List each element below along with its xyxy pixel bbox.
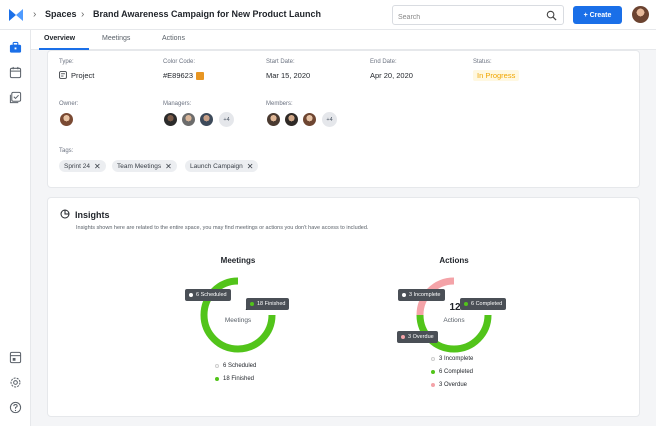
tab-meetings[interactable]: Meetings [102,35,130,42]
meetings-chart-title: Meetings [220,256,256,265]
dot-icon [431,370,435,374]
tag-label: Launch Campaign [190,162,243,170]
type-value: Project [71,71,95,80]
color-code-value: #E89623 [163,71,205,81]
project-icon [59,71,67,79]
dashboard-icon[interactable] [9,351,22,364]
close-icon[interactable]: ✕ [165,162,172,171]
sidebar [0,30,31,426]
dot-icon [250,302,254,306]
close-icon[interactable]: ✕ [247,162,254,171]
dot-icon [189,293,193,297]
status-label: Status: [473,59,492,65]
legend-item: 6 Scheduled [215,363,256,369]
chevron-right-icon: › [33,9,37,20]
tab-overview[interactable]: Overview [44,35,75,42]
type-label: Type: [59,59,74,65]
actions-center-label: Actions [443,317,465,324]
meetings-center-label: Meetings [224,317,252,324]
search-box[interactable] [392,5,564,27]
tag-label: Team Meetings [117,162,162,170]
search-icon[interactable] [546,10,557,21]
start-date-value: Mar 15, 2020 [266,71,311,80]
color-code-label: Color Code: [163,59,196,65]
start-date-label: Start Date: [266,59,295,65]
owner-avatar[interactable] [59,112,74,127]
page-title: Brand Awareness Campaign for New Product… [93,9,322,19]
checklist-icon[interactable] [9,91,22,104]
tags-label: Tags: [59,148,74,154]
end-date-label: End Date: [370,59,397,65]
briefcase-icon[interactable] [9,41,22,54]
member-avatar[interactable] [266,112,281,127]
dot-icon [431,383,435,387]
owner-label: Owner: [59,101,79,107]
tab-bar: Overview Meetings Actions [31,30,656,50]
tag-label: Sprint 24 [64,162,91,170]
user-avatar[interactable] [632,6,649,23]
insights-description: Insights shown here are related to the e… [76,225,369,231]
legend-item: 6 Completed [431,369,473,375]
help-icon[interactable] [9,401,22,414]
dot-icon [215,377,219,381]
tooltip-completed: 6 Completed [460,298,507,310]
legend-item: 3 Incomplete [431,356,473,362]
manager-avatar[interactable] [199,112,214,127]
tab-actions[interactable]: Actions [162,35,185,42]
status-badge: In Progress [473,70,520,81]
managers-label: Managers: [163,101,192,107]
gear-icon[interactable] [9,376,22,389]
breadcrumb-spaces[interactable]: Spaces [45,9,77,19]
dot-icon [464,302,468,306]
dot-icon [215,364,219,368]
tooltip-scheduled: 6 Scheduled [185,289,231,301]
search-input[interactable] [393,8,533,27]
end-date-value: Apr 20, 2020 [370,71,413,80]
top-bar: › Spaces › Brand Awareness Campaign for … [0,0,656,30]
actions-chart-title: Actions [439,256,469,265]
tag-chip[interactable]: Team Meetings ✕ [112,160,177,172]
manager-avatar[interactable] [163,112,178,127]
dot-icon [431,357,435,361]
legend-item: 18 Finished [215,376,254,382]
create-button[interactable]: + Create [573,6,622,24]
calendar-icon[interactable] [9,66,22,79]
members-more-badge[interactable]: +4 [322,112,337,127]
insights-title: Insights [75,210,110,220]
dot-icon [402,293,406,297]
chevron-right-icon: › [81,9,85,20]
close-icon[interactable]: ✕ [94,162,101,171]
color-swatch [196,72,205,81]
tooltip-finished: 18 Finished [246,298,290,310]
member-avatar[interactable] [284,112,299,127]
manager-avatar[interactable] [181,112,196,127]
tooltip-incomplete: 3 Incomplete [398,289,445,301]
tag-chip[interactable]: Launch Campaign ✕ [185,160,259,172]
app-logo-icon[interactable] [8,7,24,23]
actions-donut-chart [416,277,492,353]
meetings-donut-chart [200,277,276,353]
tag-chip[interactable]: Sprint 24 ✕ [59,160,106,172]
legend-item: 3 Overdue [431,382,467,388]
member-avatar[interactable] [302,112,317,127]
tooltip-overdue: 3 Overdue [397,331,438,343]
dot-icon [401,335,405,339]
managers-more-badge[interactable]: +4 [219,112,234,127]
pie-chart-icon [60,209,70,219]
members-label: Members: [266,101,293,107]
